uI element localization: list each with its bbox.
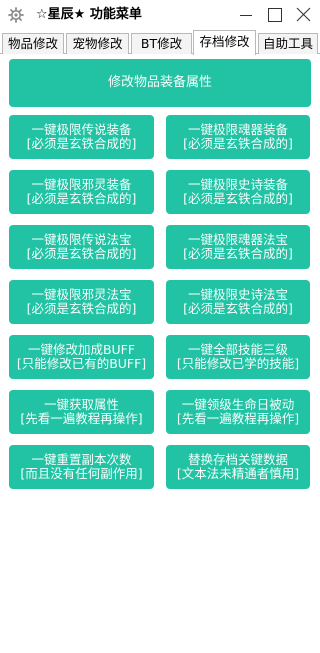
button-label: 一键极限史诗装备 [187,177,288,192]
app-gear-icon[interactable] [8,7,24,23]
button-note: [而且没有任何副作用] [20,466,143,481]
save-edit-panel: 修改物品装备属性 一键极限传说装备 [必须是玄铁合成的] 一键极限魂器装备 [必… [0,54,320,653]
maximize-button[interactable] [264,5,286,25]
button-label: 一键极限史诗法宝 [187,287,288,302]
button-note: [必须是玄铁合成的] [183,191,293,206]
button-label: 一键重置副本次数 [31,452,132,467]
button-note: [必须是玄铁合成的] [183,136,293,151]
life-passive-button[interactable]: 一键领级生命日被动 [先看一遍教程再操作] [166,390,310,434]
maximize-icon [268,8,282,22]
button-note: [只能修改已学的技能] [176,356,300,371]
tab-save-edit[interactable]: 存档修改 [193,30,256,55]
max-epic-equipment-button[interactable]: 一键极限史诗装备 [必须是玄铁合成的] [166,170,310,214]
button-label: 一键获取属性 [43,397,119,412]
tab-bt-edit[interactable]: BT修改 [131,33,192,54]
button-note: [必须是玄铁合成的] [26,301,137,316]
max-evil-spirit-treasure-button[interactable]: 一键极限邪灵法宝 [必须是玄铁合成的] [9,280,154,324]
button-note: [必须是玄铁合成的] [26,246,137,261]
button-label: 一键全部技能三级 [187,342,288,357]
get-attributes-button[interactable]: 一键获取属性 [先看一遍教程再操作] [9,390,154,434]
button-label: 一键极限魂器法宝 [187,232,288,247]
button-note: [必须是玄铁合成的] [183,246,293,261]
tab-item-edit[interactable]: 物品修改 [2,33,64,54]
button-label: 修改物品装备属性 [107,75,212,90]
max-evil-spirit-equipment-button[interactable]: 一键极限邪灵装备 [必须是玄铁合成的] [9,170,154,214]
button-label: 一键修改加成BUFF [27,342,136,357]
tab-self-service-tools[interactable]: 自助工具 [258,33,318,54]
button-note: [先看一遍教程再操作] [176,411,300,426]
close-button[interactable] [292,5,314,25]
replace-save-data-button[interactable]: 替换存档关键数据 [文本法未精通者慎用] [166,445,310,489]
button-note: [先看一遍教程再操作] [20,411,143,426]
window-title: ☆星辰★ 功能菜单 [36,7,142,22]
max-epic-treasure-button[interactable]: 一键极限史诗法宝 [必须是玄铁合成的] [166,280,310,324]
title-bar: ☆星辰★ 功能菜单 [0,0,320,30]
button-label: 替换存档关键数据 [187,452,288,467]
reset-dungeon-count-button[interactable]: 一键重置副本次数 [而且没有任何副作用] [9,445,154,489]
minimize-button[interactable] [235,5,257,25]
button-note: [必须是玄铁合成的] [26,136,137,151]
max-soul-treasure-button[interactable]: 一键极限魂器法宝 [必须是玄铁合成的] [166,225,310,269]
button-label: 一键极限邪灵装备 [31,177,132,192]
max-legendary-treasure-button[interactable]: 一键极限传说法宝 [必须是玄铁合成的] [9,225,154,269]
button-note: [文本法未精通者慎用] [176,466,300,481]
max-legendary-equipment-button[interactable]: 一键极限传说装备 [必须是玄铁合成的] [9,115,154,159]
button-note: [必须是玄铁合成的] [26,191,137,206]
button-label: 一键领级生命日被动 [181,397,295,412]
tab-bar: 物品修改 宠物修改 BT修改 存档修改 自助工具 [0,30,320,55]
minimize-icon [240,15,252,16]
tab-pet-edit[interactable]: 宠物修改 [66,33,129,54]
max-soul-equipment-button[interactable]: 一键极限魂器装备 [必须是玄铁合成的] [166,115,310,159]
button-note: [必须是玄铁合成的] [183,301,293,316]
close-icon [296,7,311,22]
button-label: 一键极限传说法宝 [31,232,132,247]
all-skills-level-three-button[interactable]: 一键全部技能三级 [只能修改已学的技能] [166,335,310,379]
button-label: 一键极限传说装备 [31,122,132,137]
button-note: [只能修改已有的BUFF] [16,356,147,371]
modify-buff-button[interactable]: 一键修改加成BUFF [只能修改已有的BUFF] [9,335,154,379]
modify-item-equipment-attributes-button[interactable]: 修改物品装备属性 [9,59,311,107]
button-label: 一键极限魂器装备 [187,122,288,137]
button-label: 一键极限邪灵法宝 [31,287,132,302]
